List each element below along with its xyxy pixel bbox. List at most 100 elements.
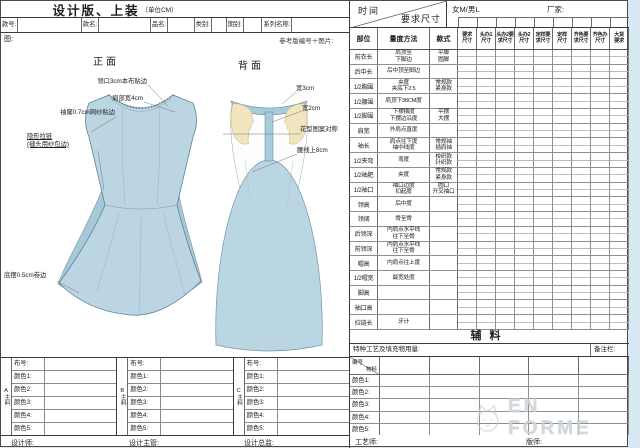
size-entry-cell[interactable] — [496, 271, 515, 285]
fabric-row-input[interactable] — [45, 384, 116, 396]
size-entry-cell[interactable] — [515, 271, 534, 285]
size-entry-cell[interactable] — [610, 79, 629, 93]
size-entry-cell[interactable] — [515, 50, 534, 64]
material-column[interactable] — [529, 357, 579, 374]
size-entry-cell[interactable] — [458, 183, 477, 197]
size-entry-cell[interactable] — [553, 227, 572, 241]
size-entry-cell[interactable] — [553, 79, 572, 93]
field-value-input[interactable] — [244, 18, 263, 32]
size-entry-cell[interactable] — [477, 197, 496, 211]
size-entry-cell[interactable] — [515, 315, 534, 329]
fabric-row-input[interactable] — [45, 371, 116, 383]
size-entry-cell[interactable] — [572, 256, 591, 270]
size-entry-cell[interactable] — [477, 286, 496, 300]
size-entry-cell[interactable] — [534, 124, 553, 138]
size-entry-cell[interactable] — [477, 256, 496, 270]
size-entry-cell[interactable] — [610, 242, 629, 256]
size-entry-cell[interactable] — [534, 153, 553, 167]
size-entry-cell[interactable] — [458, 242, 477, 256]
mini-cell[interactable] — [458, 18, 477, 27]
size-entry-cell[interactable] — [496, 315, 515, 329]
size-entry-cell[interactable] — [458, 286, 477, 300]
size-entry-cell[interactable] — [477, 50, 496, 64]
size-entry-cell[interactable] — [553, 315, 572, 329]
material-entry-cell[interactable] — [529, 424, 579, 435]
material-entry-cell[interactable] — [579, 387, 629, 398]
size-entry-cell[interactable] — [477, 271, 496, 285]
size-entry-cell[interactable] — [591, 242, 610, 256]
fabric-row-input[interactable] — [45, 397, 116, 409]
size-entry-cell[interactable] — [534, 256, 553, 270]
size-entry-cell[interactable] — [515, 109, 534, 123]
size-entry-cell[interactable] — [458, 109, 477, 123]
fabric-row-input[interactable] — [161, 423, 232, 435]
size-entry-cell[interactable] — [591, 109, 610, 123]
size-entry-cell[interactable] — [534, 79, 553, 93]
size-entry-cell[interactable] — [610, 300, 629, 314]
size-entry-cell[interactable] — [496, 124, 515, 138]
material-column[interactable] — [480, 357, 530, 374]
size-entry-cell[interactable] — [534, 197, 553, 211]
size-entry-cell[interactable] — [496, 153, 515, 167]
size-entry-cell[interactable] — [534, 94, 553, 108]
size-entry-cell[interactable] — [458, 79, 477, 93]
material-column[interactable] — [579, 357, 629, 374]
size-entry-cell[interactable] — [515, 212, 534, 226]
size-entry-cell[interactable] — [610, 212, 629, 226]
size-entry-cell[interactable] — [515, 227, 534, 241]
size-entry-cell[interactable] — [553, 242, 572, 256]
size-entry-cell[interactable] — [515, 242, 534, 256]
size-entry-cell[interactable] — [477, 109, 496, 123]
size-entry-cell[interactable] — [591, 197, 610, 211]
size-entry-cell[interactable] — [534, 109, 553, 123]
fabric-row-input[interactable] — [161, 384, 232, 396]
size-entry-cell[interactable] — [477, 153, 496, 167]
size-entry-cell[interactable] — [572, 227, 591, 241]
size-entry-cell[interactable] — [477, 138, 496, 152]
size-entry-cell[interactable] — [496, 138, 515, 152]
size-entry-cell[interactable] — [553, 109, 572, 123]
size-entry-cell[interactable] — [515, 79, 534, 93]
size-entry-cell[interactable] — [591, 315, 610, 329]
size-entry-cell[interactable] — [477, 79, 496, 93]
mini-cell[interactable] — [591, 18, 610, 27]
fabric-row-input[interactable] — [161, 358, 232, 370]
material-entry-cell[interactable] — [480, 412, 530, 423]
size-entry-cell[interactable] — [496, 109, 515, 123]
size-entry-cell[interactable] — [553, 153, 572, 167]
size-entry-cell[interactable] — [610, 138, 629, 152]
size-entry-cell[interactable] — [515, 183, 534, 197]
size-entry-cell[interactable] — [534, 300, 553, 314]
size-entry-cell[interactable] — [591, 138, 610, 152]
size-entry-cell[interactable] — [534, 65, 553, 79]
size-entry-cell[interactable] — [477, 168, 496, 182]
size-entry-cell[interactable] — [553, 300, 572, 314]
size-entry-cell[interactable] — [610, 65, 629, 79]
material-entry-cell[interactable] — [529, 387, 579, 398]
size-entry-cell[interactable] — [458, 124, 477, 138]
size-entry-cell[interactable] — [496, 65, 515, 79]
mini-cell[interactable] — [515, 18, 534, 27]
size-entry-cell[interactable] — [534, 315, 553, 329]
fabric-row-input[interactable] — [45, 410, 116, 422]
size-entry-cell[interactable] — [458, 315, 477, 329]
size-entry-cell[interactable] — [534, 242, 553, 256]
size-entry-cell[interactable] — [572, 300, 591, 314]
material-entry-cell[interactable] — [430, 412, 480, 423]
size-entry-cell[interactable] — [477, 242, 496, 256]
mini-cell[interactable] — [553, 18, 572, 27]
material-entry-cell[interactable] — [380, 387, 430, 398]
size-entry-cell[interactable] — [591, 286, 610, 300]
size-entry-cell[interactable] — [610, 153, 629, 167]
size-entry-cell[interactable] — [458, 227, 477, 241]
size-entry-cell[interactable] — [458, 94, 477, 108]
material-column[interactable] — [430, 357, 480, 374]
size-entry-cell[interactable] — [515, 65, 534, 79]
material-entry-cell[interactable] — [529, 399, 579, 410]
size-entry-cell[interactable] — [477, 94, 496, 108]
size-entry-cell[interactable] — [572, 242, 591, 256]
size-entry-cell[interactable] — [591, 79, 610, 93]
material-entry-cell[interactable] — [529, 412, 579, 423]
fabric-row-input[interactable] — [278, 371, 349, 383]
size-entry-cell[interactable] — [591, 168, 610, 182]
